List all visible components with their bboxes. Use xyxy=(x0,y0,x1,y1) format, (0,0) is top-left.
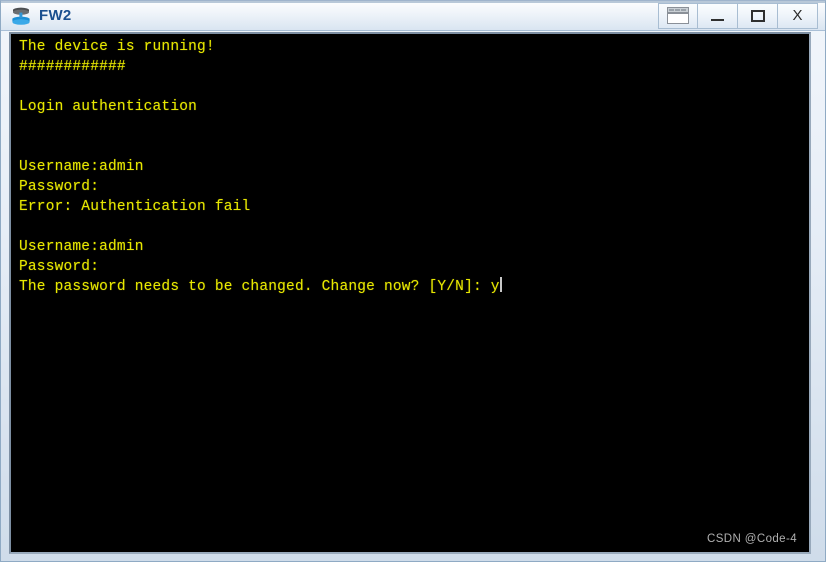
title-bar[interactable]: FW2 X xyxy=(1,1,825,31)
terminal-frame: The device is running! ############ Login… xyxy=(9,32,811,554)
close-icon: X xyxy=(792,7,803,24)
terminal-line: Password: xyxy=(19,259,100,275)
terminal-output-area[interactable]: The device is running! ############ Login… xyxy=(11,34,809,552)
terminal-line: Error: Authentication fail xyxy=(19,199,251,215)
terminal-line: Username:admin xyxy=(19,159,144,175)
terminal-line: The password needs to be changed. Change… xyxy=(19,277,502,295)
watermark: CSDN @Code-4 xyxy=(707,533,797,545)
firewall-device-icon xyxy=(10,6,32,26)
text-cursor xyxy=(499,277,502,292)
maximize-icon xyxy=(750,9,765,22)
terminal-line: The device is running! xyxy=(19,39,215,55)
panel-icon xyxy=(667,7,689,24)
window-controls: X xyxy=(658,2,818,30)
terminal-line: Login authentication xyxy=(19,99,198,115)
terminal-line: ############ xyxy=(19,59,126,75)
close-button[interactable]: X xyxy=(778,2,818,29)
window-title: FW2 xyxy=(39,6,72,24)
minimize-button[interactable] xyxy=(698,2,738,29)
terminal-window: FW2 X The device is running! ###########… xyxy=(0,0,826,562)
terminal-line: Password: xyxy=(19,179,100,195)
terminal-line: Username:admin xyxy=(19,239,144,255)
maximize-button[interactable] xyxy=(738,2,778,29)
terminal-lines: The device is running! ############ Login… xyxy=(19,37,502,297)
minimize-icon xyxy=(711,18,724,21)
panel-toggle-button[interactable] xyxy=(658,2,698,29)
